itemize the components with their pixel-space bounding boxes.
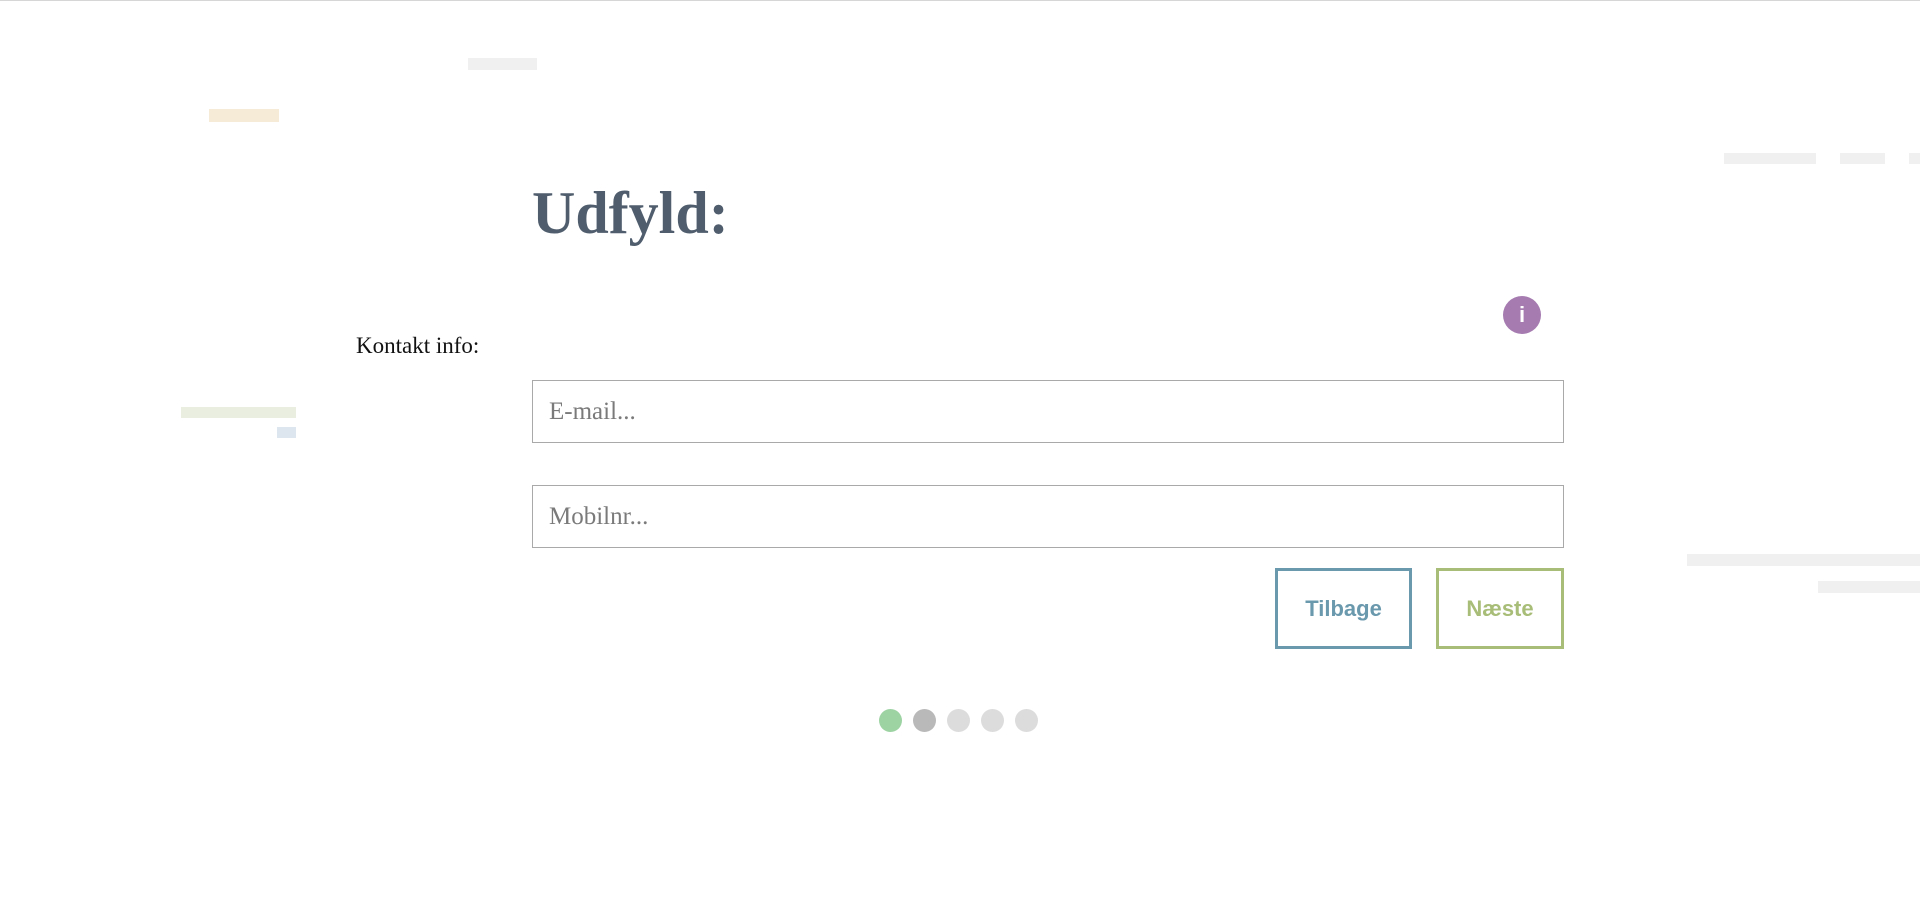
- decor-bar: [1724, 153, 1816, 164]
- decor-bar: [1818, 581, 1920, 593]
- step-dot-2[interactable]: [913, 709, 936, 732]
- mobile-field[interactable]: [532, 485, 1564, 548]
- back-button[interactable]: Tilbage: [1275, 568, 1412, 649]
- step-dot-1[interactable]: [879, 709, 902, 732]
- page-title: Udfyld:: [532, 180, 729, 246]
- contact-info-label: Kontakt info:: [356, 333, 480, 358]
- decor-bar: [209, 109, 279, 122]
- decor-bar: [468, 58, 537, 70]
- step-indicator: [879, 709, 1038, 732]
- decor-bar: [1909, 153, 1920, 164]
- step-dot-5[interactable]: [1015, 709, 1038, 732]
- step-dot-4[interactable]: [981, 709, 1004, 732]
- page: Udfyld: i Kontakt info: Tilbage Næste: [0, 0, 1920, 910]
- next-button[interactable]: Næste: [1436, 568, 1564, 649]
- decor-bar: [1687, 554, 1920, 566]
- step-dot-3[interactable]: [947, 709, 970, 732]
- decor-bar: [181, 407, 296, 418]
- decor-bar: [1840, 153, 1885, 164]
- info-icon[interactable]: i: [1503, 296, 1541, 334]
- decor-bar: [277, 427, 296, 438]
- email-field[interactable]: [532, 380, 1564, 443]
